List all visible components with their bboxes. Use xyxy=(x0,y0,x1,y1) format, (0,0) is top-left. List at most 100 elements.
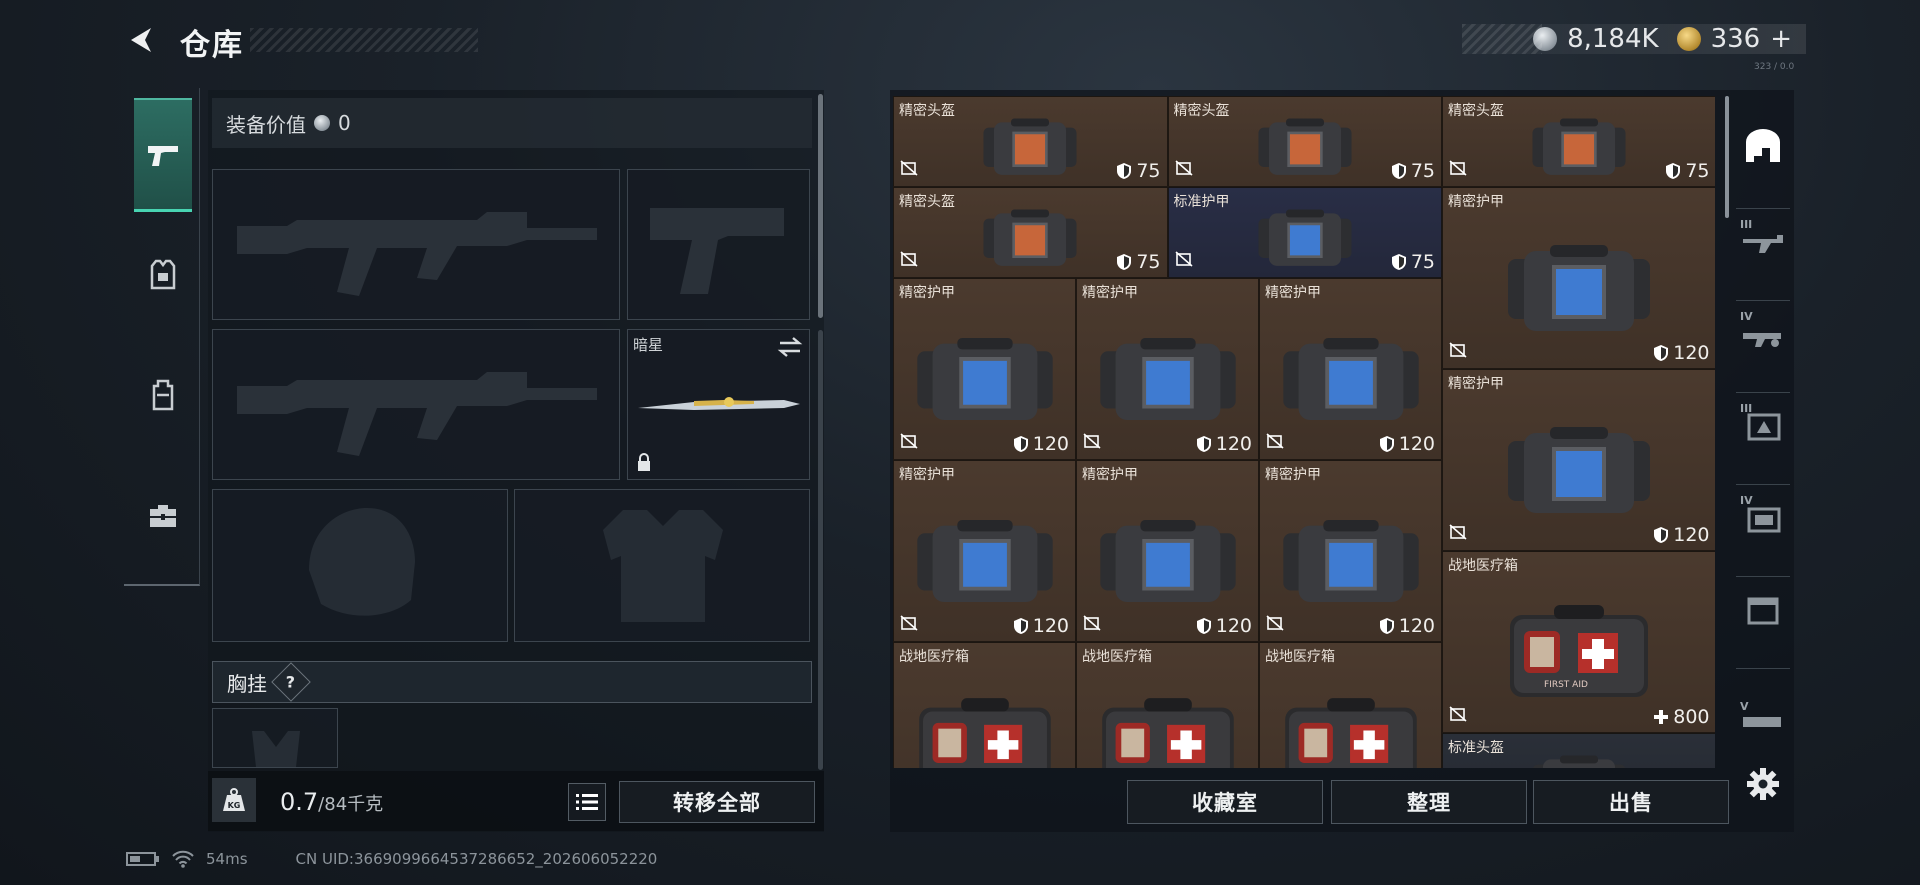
version-text: 323 / 0.0 xyxy=(1754,62,1795,72)
no-drop-icon xyxy=(1449,706,1467,722)
armor-slot[interactable] xyxy=(514,489,810,642)
item-value-number: 120 xyxy=(1032,615,1069,637)
inventory-item[interactable]: 精密护甲 120 xyxy=(1442,187,1715,369)
item-name: 精密护甲 xyxy=(1448,194,1504,210)
armor-item-icon xyxy=(1258,209,1352,266)
no-drop-icon xyxy=(1449,342,1467,358)
tier-label: III xyxy=(1740,402,1753,415)
page-title: 仓库 xyxy=(180,28,244,63)
battery-icon xyxy=(126,852,159,866)
equipment-value-label: 装备价值 xyxy=(226,112,306,137)
inventory-item[interactable]: 精密护甲 120 xyxy=(1259,278,1442,460)
knife-icon xyxy=(638,397,800,410)
help-button[interactable]: ? xyxy=(271,662,311,702)
armor-rating-icon xyxy=(1391,163,1406,179)
sort-button[interactable]: 整理 xyxy=(1331,780,1527,824)
warehouse-scrollbar[interactable] xyxy=(1725,96,1729,218)
filter-divider xyxy=(1736,668,1790,669)
lock-icon xyxy=(638,453,650,471)
filter-tab-rifle[interactable]: III xyxy=(1736,212,1790,272)
inventory-item[interactable]: 战地医疗箱 FIRST AID xyxy=(893,642,1076,768)
item-value: 120 xyxy=(1653,342,1710,364)
inventory-item[interactable]: 精密护甲 120 xyxy=(1076,460,1259,642)
help-icon: ? xyxy=(286,672,296,692)
inventory-item[interactable]: 标准头盔 xyxy=(1442,733,1715,768)
filter-tab-shotgun[interactable]: IV xyxy=(1736,304,1790,364)
armor-item-icon xyxy=(1258,118,1352,175)
item-value-number: 120 xyxy=(1398,433,1435,455)
inventory-item[interactable]: 战地医疗箱 FIRST AID xyxy=(1259,642,1442,768)
filter-tab-sniper[interactable]: III xyxy=(1736,396,1790,456)
tab-armor[interactable] xyxy=(134,218,192,332)
filter-tab-ammo[interactable] xyxy=(1736,580,1790,640)
no-drop-indicator xyxy=(1449,342,1467,362)
primary-weapon-slot[interactable] xyxy=(212,169,620,320)
inventory-item[interactable]: 精密护甲 120 xyxy=(893,460,1076,642)
inventory-item[interactable]: 精密护甲 120 xyxy=(1442,369,1715,551)
helmet-slot[interactable] xyxy=(212,489,508,642)
inventory-item[interactable]: 精密头盔 75 xyxy=(1442,96,1715,187)
inventory-item[interactable]: 精密头盔 75 xyxy=(893,96,1168,187)
list-view-button[interactable] xyxy=(568,783,606,821)
pistol-icon xyxy=(148,145,178,166)
item-name: 精密护甲 xyxy=(1265,467,1321,483)
filter-tab-vehicle[interactable]: V xyxy=(1736,700,1790,744)
back-button[interactable] xyxy=(122,20,162,60)
no-drop-indicator xyxy=(1174,160,1193,180)
settings-button[interactable] xyxy=(1736,754,1790,814)
tab-weapons[interactable] xyxy=(134,98,192,212)
no-drop-indicator xyxy=(1449,160,1467,180)
inventory-item[interactable]: 精密护甲 120 xyxy=(893,278,1076,460)
inventory-item[interactable]: 精密头盔 75 xyxy=(893,187,1168,278)
chest-rig-slot[interactable] xyxy=(212,708,338,768)
tab-medical[interactable] xyxy=(134,458,192,572)
equipment-value-amount: 0 xyxy=(338,111,351,135)
filter-divider xyxy=(1736,484,1790,485)
sell-button[interactable]: 出售 xyxy=(1533,780,1729,824)
item-value-number: 120 xyxy=(1032,433,1069,455)
item-value-number: 120 xyxy=(1215,615,1252,637)
item-value: 75 xyxy=(1116,160,1161,182)
melee-slot[interactable]: 暗星 xyxy=(627,329,810,480)
inventory-item[interactable]: 精密护甲 120 xyxy=(1076,278,1259,460)
add-currency-button[interactable]: + xyxy=(1770,24,1792,54)
helmet-icon xyxy=(1746,129,1780,162)
item-value-number: 120 xyxy=(1398,615,1435,637)
no-drop-icon xyxy=(900,433,918,449)
warehouse-grid: 精密头盔 75 精密头盔 75 精密头盔 75 精密头盔 75 标准护甲 75 精密护甲 120 标准头… xyxy=(893,96,1715,768)
swap-icon[interactable] xyxy=(777,336,803,358)
filter-tab-attachment[interactable]: IV xyxy=(1736,488,1790,548)
no-drop-indicator xyxy=(1449,524,1467,544)
filter-tab-all[interactable] xyxy=(1736,116,1790,176)
ping-text: 54ms xyxy=(206,850,248,868)
currency-decoration xyxy=(1462,24,1542,54)
item-name: 精密头盔 xyxy=(1448,103,1504,119)
item-value: 75 xyxy=(1391,251,1435,273)
item-value-number: 75 xyxy=(1685,160,1710,182)
inventory-item[interactable]: 战地医疗箱 FIRST AID xyxy=(1076,642,1259,768)
item-name: 标准头盔 xyxy=(1448,740,1504,756)
no-drop-indicator xyxy=(1083,433,1101,453)
medkit-icon: FIRST AID xyxy=(1510,605,1649,697)
armor-item-icon xyxy=(1282,337,1419,420)
list-icon xyxy=(576,794,598,810)
gold-amount: 336 xyxy=(1710,24,1761,54)
armor-item-icon xyxy=(1533,755,1626,768)
item-value: 120 xyxy=(1196,615,1252,637)
inventory-item[interactable]: 标准护甲 75 xyxy=(1167,187,1442,278)
inventory-item[interactable]: 战地医疗箱 FIRST AID 800 xyxy=(1442,551,1715,733)
armor-rating-icon xyxy=(1379,618,1394,634)
armor-item-icon xyxy=(916,337,1053,420)
inventory-item[interactable]: 精密头盔 75 xyxy=(1167,96,1442,187)
tab-backpack[interactable] xyxy=(134,338,192,452)
ammo-filter-icon xyxy=(1747,597,1779,625)
no-drop-icon xyxy=(1266,433,1284,449)
equipment-scrollbar[interactable] xyxy=(818,94,823,318)
wifi-icon xyxy=(172,850,194,868)
transfer-all-button[interactable]: 转移全部 xyxy=(619,781,815,823)
no-drop-indicator xyxy=(1449,706,1467,726)
inventory-item[interactable]: 精密护甲 120 xyxy=(1259,460,1442,642)
collection-room-button[interactable]: 收藏室 xyxy=(1127,780,1323,824)
pistol-slot[interactable] xyxy=(627,169,810,320)
secondary-weapon-slot[interactable] xyxy=(212,329,620,480)
